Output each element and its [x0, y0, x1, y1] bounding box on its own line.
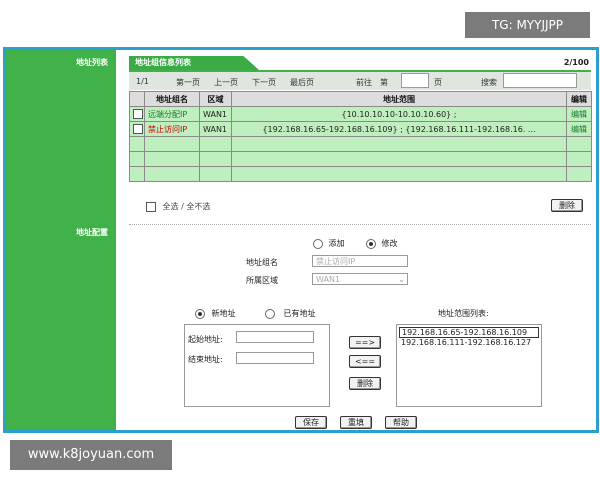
group-name-label: 地址组名 — [246, 258, 278, 267]
row-zone: WAN1 — [199, 121, 232, 137]
row-checkbox[interactable] — [133, 109, 143, 119]
col-header-edit: 编辑 — [566, 91, 592, 107]
modify-label: 修改 — [381, 239, 398, 248]
end-address-input[interactable] — [236, 352, 314, 364]
header-checkbox-cell — [129, 91, 145, 107]
add-label: 添加 — [328, 239, 345, 248]
row-name[interactable]: 禁止访问IP — [144, 121, 200, 137]
watermark-top: TG: MYYJJPP — [465, 12, 590, 38]
row-edit-link[interactable]: 编辑 — [566, 106, 592, 122]
zone-select-value: WAN1 — [316, 275, 341, 284]
tab-address-group-list[interactable]: 地址组信息列表 — [129, 56, 259, 70]
range-listbox[interactable]: 192.168.16.65-192.168.16.109 192.168.16.… — [396, 324, 542, 407]
select-all-label: 全选 / 全不选 — [162, 202, 211, 211]
mode-modify-option[interactable]: 修改 — [366, 238, 398, 249]
left-column — [6, 50, 116, 430]
range-list-title: 地址范围列表: — [438, 309, 489, 318]
add-range-button[interactable]: ==> — [349, 336, 381, 349]
watermark-bottom: www.k8joyuan.com — [10, 440, 172, 470]
col-header-zone: 区域 — [199, 91, 232, 107]
remove-range-button[interactable]: <== — [349, 355, 381, 368]
table-row: 禁止访问IP WAN1 {192.168.16.65-192.168.16.10… — [129, 121, 592, 137]
reset-button[interactable]: 重填 — [340, 416, 372, 429]
first-page-link[interactable]: 第一页 — [176, 77, 200, 88]
search-label: 搜索 — [481, 78, 497, 87]
col-header-name: 地址组名 — [144, 91, 200, 107]
add-radio[interactable] — [313, 238, 323, 249]
select-all-checkbox[interactable] — [146, 201, 156, 212]
mode-add-option[interactable]: 添加 — [313, 238, 345, 249]
page-count: 2/100 — [563, 58, 589, 67]
col-header-range: 地址范围 — [231, 91, 567, 107]
goto-prefix: 第 — [380, 78, 388, 87]
table-row-empty — [129, 136, 592, 152]
table-row-empty — [129, 166, 592, 182]
goto-page-input[interactable] — [401, 73, 429, 88]
config-delete-button[interactable]: 删除 — [349, 377, 381, 390]
goto-label: 前往 — [356, 78, 372, 87]
section-divider — [129, 224, 591, 225]
start-address-label: 起始地址: — [188, 335, 223, 344]
next-page-link[interactable]: 下一页 — [252, 77, 276, 88]
chevron-down-icon: ⌄ — [398, 275, 405, 284]
existing-address-option[interactable]: 已有地址 — [265, 308, 316, 319]
table-header-row: 地址组名 区域 地址范围 编辑 — [129, 91, 592, 107]
table-row: 远端分配IP WAN1 {10.10.10.10-10.10.10.60} ; … — [129, 106, 592, 122]
new-address-label: 新地址 — [211, 309, 236, 318]
list-delete-button[interactable]: 删除 — [551, 199, 583, 212]
list-item[interactable]: 192.168.16.65-192.168.16.109 — [399, 327, 539, 338]
modify-radio[interactable] — [366, 238, 376, 249]
row-range: {192.168.16.65-192.168.16.109} ; {192.16… — [231, 121, 567, 137]
help-button[interactable]: 帮助 — [385, 416, 417, 429]
group-name-input[interactable]: 禁止访问IP — [312, 255, 408, 267]
save-button[interactable]: 保存 — [295, 416, 327, 429]
select-all-row[interactable]: 全选 / 全不选 — [146, 201, 210, 212]
current-page: 1/1 — [136, 77, 149, 86]
label-address-config: 地址配置 — [76, 228, 108, 237]
existing-address-radio[interactable] — [265, 308, 275, 319]
goto-suffix: 页 — [434, 78, 442, 87]
zone-select[interactable]: WAN1 ⌄ — [312, 273, 408, 285]
last-page-link[interactable]: 最后页 — [290, 77, 314, 88]
search-input[interactable] — [503, 73, 577, 88]
start-address-input[interactable] — [236, 331, 314, 343]
table-row-empty — [129, 151, 592, 167]
address-group-table: 地址组名 区域 地址范围 编辑 远端分配IP WAN1 {10.10.10.10… — [129, 91, 592, 182]
list-item[interactable]: 192.168.16.111-192.168.16.127 — [399, 338, 539, 347]
row-range: {10.10.10.10-10.10.10.60} ; — [231, 106, 567, 122]
new-address-radio[interactable] — [195, 308, 205, 319]
prev-page-link[interactable]: 上一页 — [214, 77, 238, 88]
label-address-list: 地址列表 — [76, 58, 108, 67]
existing-address-label: 已有地址 — [283, 309, 316, 318]
row-zone: WAN1 — [199, 106, 232, 122]
row-name[interactable]: 远端分配IP — [144, 106, 200, 122]
zone-label: 所属区域 — [246, 276, 278, 285]
end-address-label: 结束地址: — [188, 355, 223, 364]
row-checkbox[interactable] — [133, 124, 143, 134]
new-address-option[interactable]: 新地址 — [195, 308, 236, 319]
row-edit-link[interactable]: 编辑 — [566, 121, 592, 137]
